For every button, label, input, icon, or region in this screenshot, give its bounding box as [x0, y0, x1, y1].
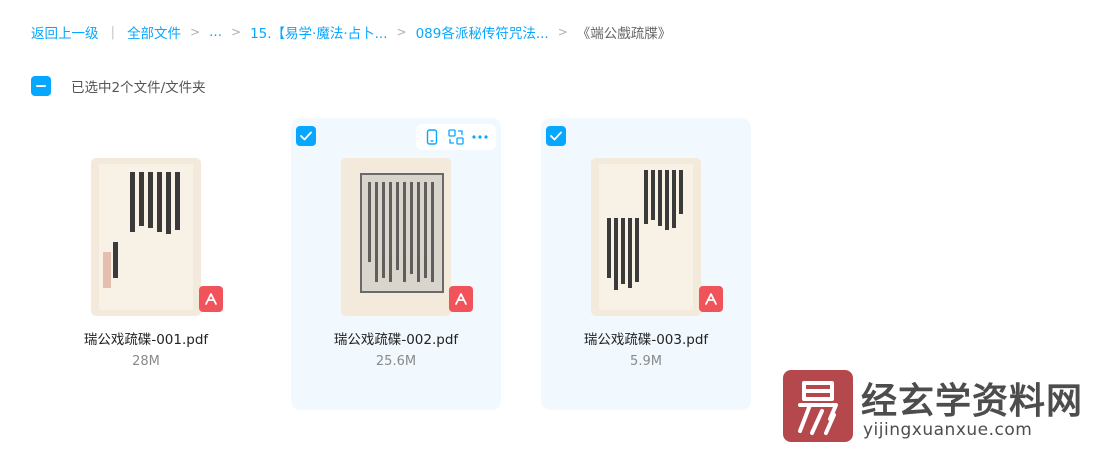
back-link[interactable]: 返回上一级: [31, 22, 99, 42]
watermark-title: 经玄学资料网: [861, 381, 1084, 422]
check-icon: [550, 131, 562, 141]
file-thumbnail[interactable]: [591, 158, 701, 316]
document-preview-icon: [341, 158, 451, 316]
file-checkbox[interactable]: [546, 126, 566, 146]
pdf-icon: [199, 286, 223, 312]
file-card[interactable]: 瑞公戏疏碟-002.pdf 25.6M: [291, 118, 501, 410]
more-icon[interactable]: [470, 127, 490, 147]
site-watermark: 经玄学资料网 yijingxuanxue.com: [783, 370, 1083, 442]
select-all-checkbox[interactable]: [31, 76, 51, 96]
file-thumbnail[interactable]: [341, 158, 451, 316]
breadcrumb-current: 《端公戲疏牒》: [576, 26, 672, 42]
file-thumbnail[interactable]: [91, 158, 201, 316]
breadcrumb-folder-2[interactable]: 089各派秘传符咒法...: [416, 22, 549, 42]
minus-icon: [36, 85, 46, 87]
breadcrumb-chevron: >: [396, 25, 407, 39]
document-preview-icon: [91, 158, 201, 316]
breadcrumb-ellipsis[interactable]: ...: [209, 24, 222, 40]
breadcrumb-all-files[interactable]: 全部文件: [127, 22, 181, 42]
pdf-icon: [699, 286, 723, 312]
file-checkbox[interactable]: [296, 126, 316, 146]
file-card[interactable]: 瑞公戏疏碟-001.pdf 28M: [41, 118, 251, 410]
file-actions: [416, 124, 496, 150]
document-preview-icon: [591, 158, 701, 316]
breadcrumb: 返回上一级 | 全部文件 > ... > 15.【易学·魔法·占卜... > 0…: [31, 22, 671, 42]
check-icon: [300, 131, 312, 141]
site-logo: [783, 370, 853, 442]
file-size: 5.9M: [630, 354, 662, 369]
breadcrumb-chevron: >: [231, 25, 242, 39]
file-card[interactable]: 瑞公戏疏碟-003.pdf 5.9M: [541, 118, 751, 410]
file-name[interactable]: 瑞公戏疏碟-003.pdf: [541, 328, 751, 348]
breadcrumb-chevron: >: [557, 25, 568, 39]
convert-icon[interactable]: [446, 127, 466, 147]
file-name[interactable]: 瑞公戏疏碟-002.pdf: [291, 328, 501, 348]
file-name[interactable]: 瑞公戏疏碟-001.pdf: [41, 328, 251, 348]
pdf-icon: [449, 286, 473, 312]
breadcrumb-divider: |: [110, 24, 116, 40]
file-size: 28M: [132, 354, 160, 369]
file-size: 25.6M: [375, 354, 417, 369]
selection-count: 已选中2个文件/文件夹: [71, 80, 206, 96]
logo-glyph-icon: [798, 381, 838, 435]
selection-bar: 已选中2个文件/文件夹: [31, 76, 206, 96]
breadcrumb-folder-1[interactable]: 15.【易学·魔法·占卜...: [250, 22, 387, 42]
breadcrumb-chevron: >: [190, 25, 201, 39]
phone-icon[interactable]: [422, 127, 442, 147]
watermark-url: yijingxuanxue.com: [863, 420, 1033, 440]
